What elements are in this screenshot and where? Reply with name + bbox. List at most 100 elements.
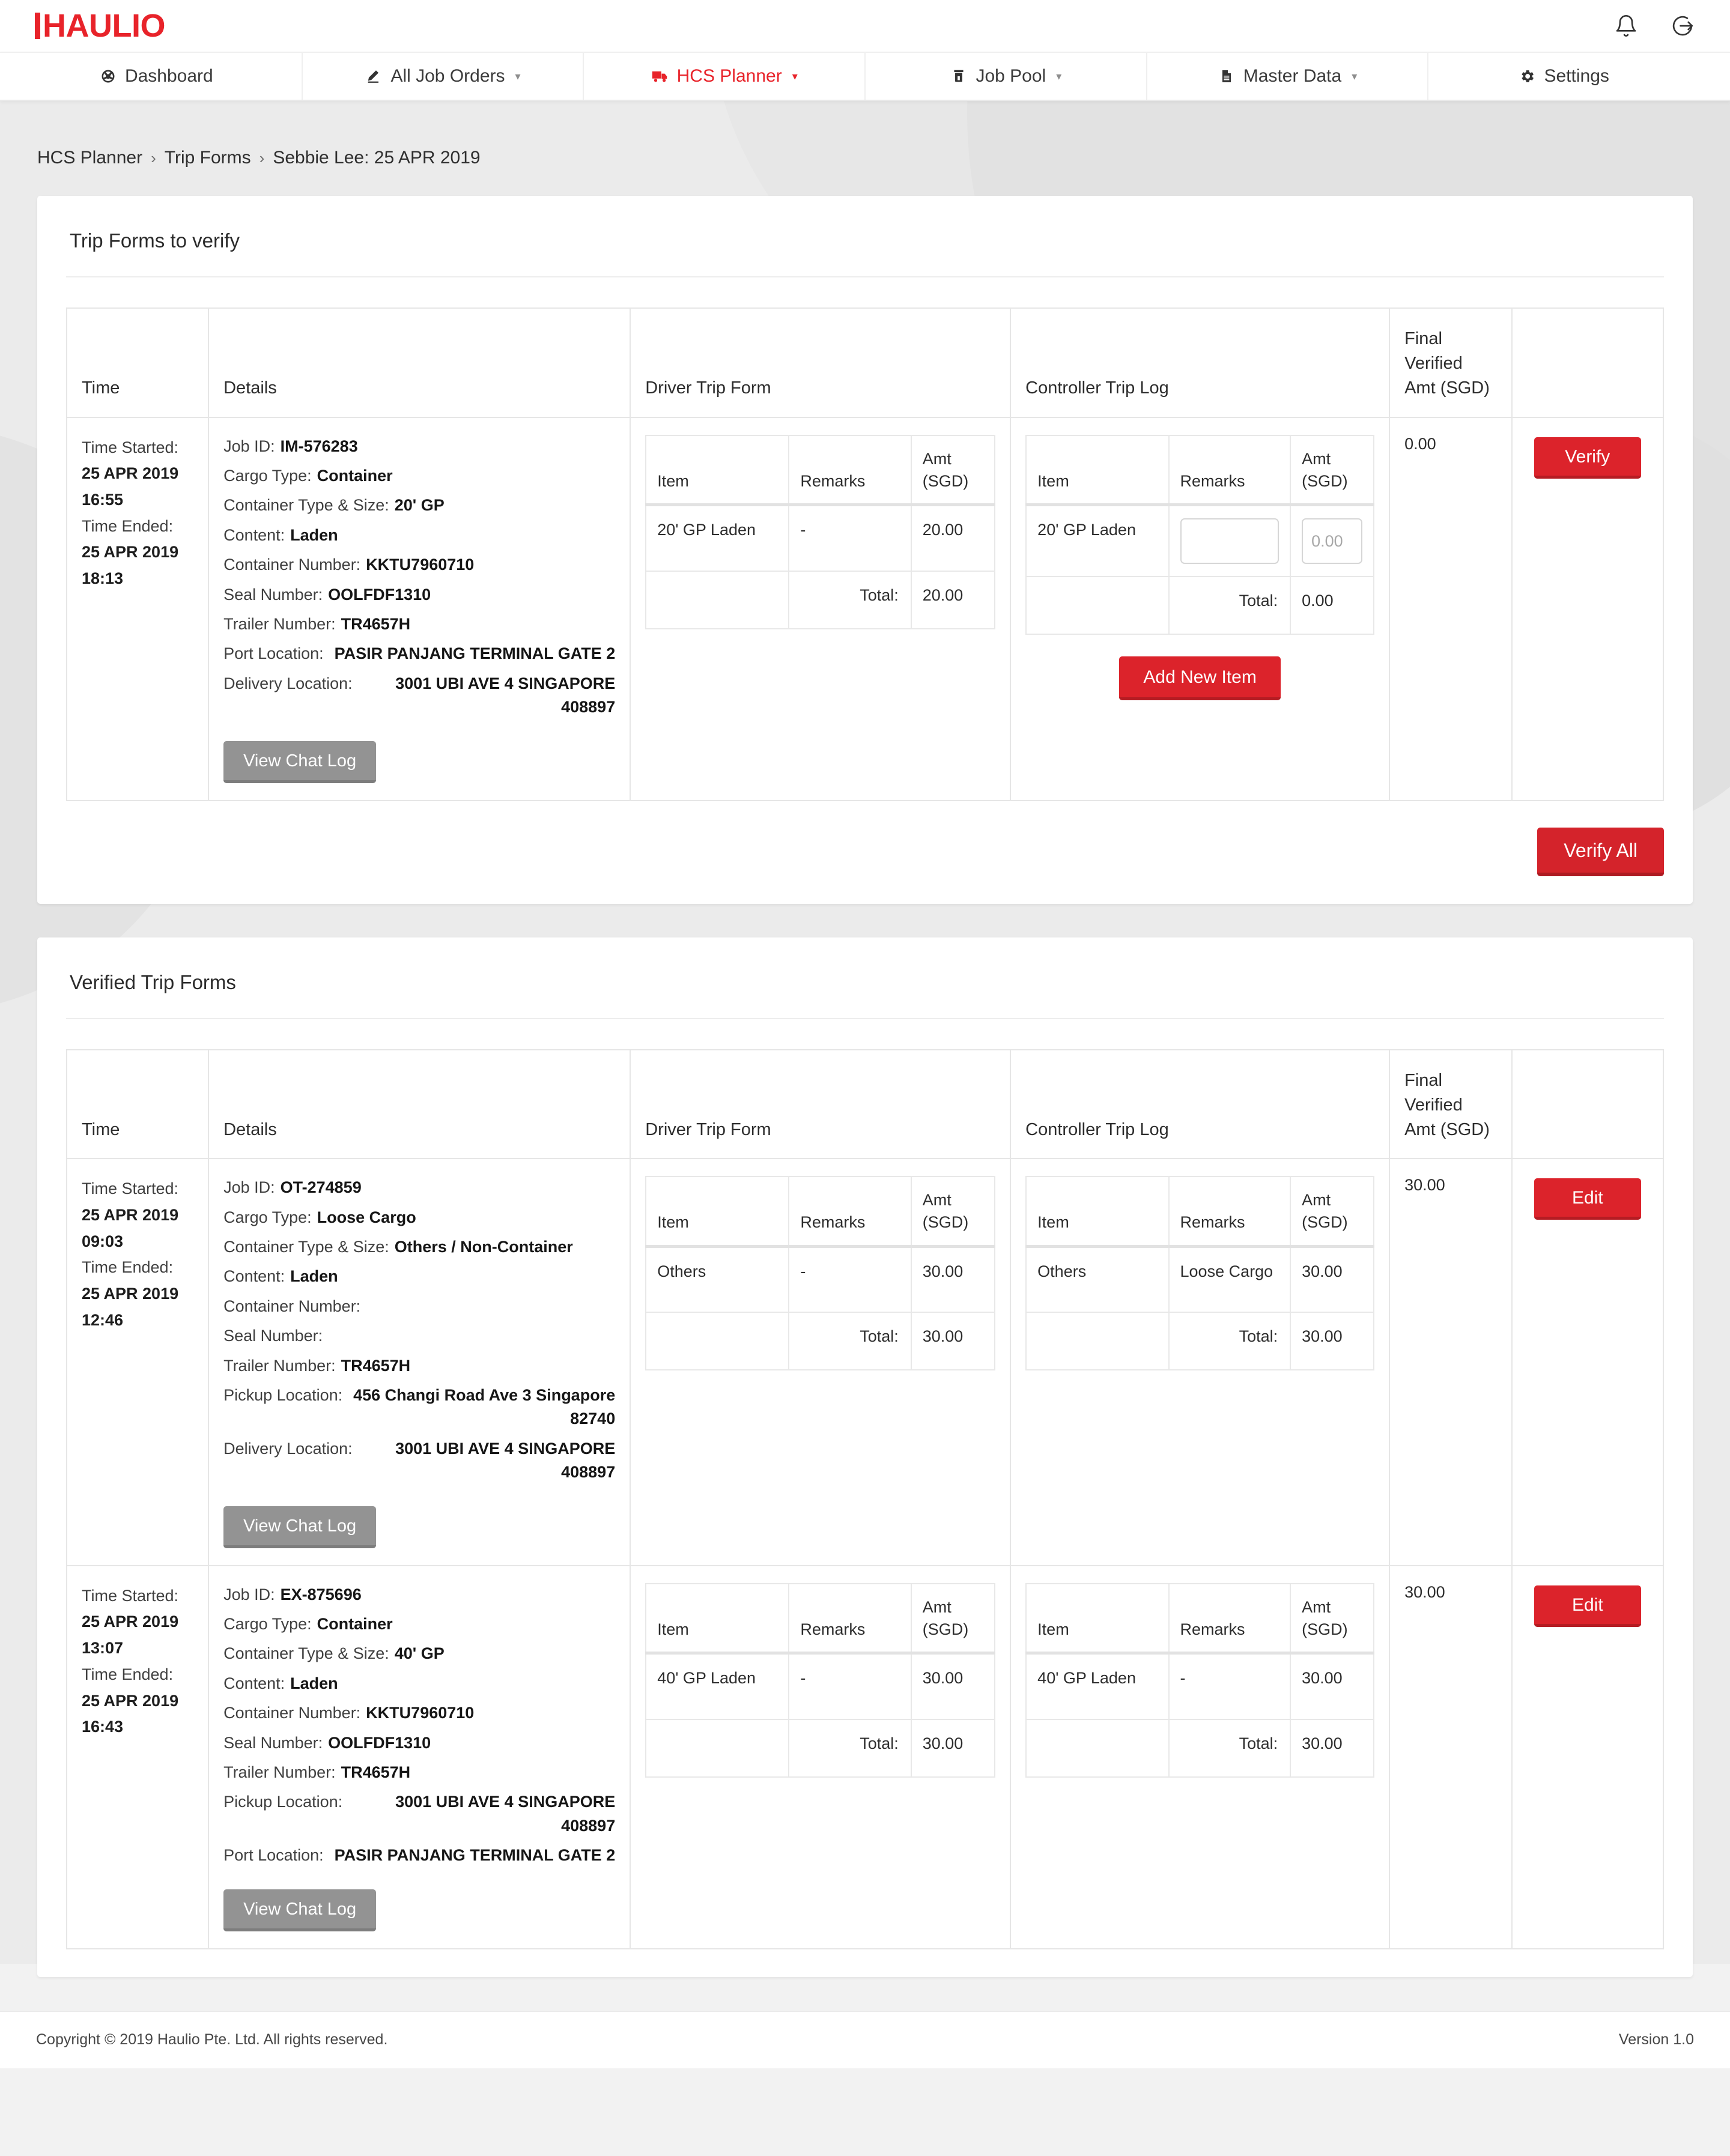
detail-container-number: Container Number: KKTU7960710 (223, 553, 615, 577)
sub-table-total-row: Total: 0.00 (1025, 576, 1375, 635)
detail-value: OOLFDF1310 (328, 585, 431, 604)
controller-item: Others (1025, 1246, 1170, 1313)
nav-item-all-job-orders[interactable]: All Job Orders ▾ (301, 53, 583, 100)
logo-text: HAULIO (43, 8, 165, 44)
driver-total: 20.00 (910, 570, 996, 629)
top-bar: HAULIO (0, 0, 1730, 52)
detail-value: Container (317, 466, 393, 485)
view-chat-log-button[interactable]: View Chat Log (223, 1506, 377, 1548)
cell-final-verified-amt: 30.00 (1389, 1158, 1513, 1566)
copyright-text: Copyright © 2019 Haulio Pte. Ltd. All ri… (36, 2031, 388, 2049)
add-new-item-button[interactable]: Add New Item (1119, 656, 1281, 701)
time-started-label: Time Started: (82, 1179, 179, 1198)
verified-trip-forms-table: Time Details Driver Trip Form Controller… (65, 1049, 1665, 1949)
sub-header-row: Item Remarks Amt (SGD) (1025, 1582, 1375, 1655)
detail-value: TR4657H (341, 614, 411, 633)
detail-container-type-size: Container Type & Size: Others / Non-Cont… (223, 1235, 615, 1259)
detail-job-id: Job ID: IM-576283 (223, 435, 615, 458)
controller-remarks-input[interactable] (1180, 518, 1279, 565)
sub-column-remarks: Remarks (788, 434, 912, 507)
nav-item-dashboard[interactable]: Dashboard (21, 53, 302, 100)
controller-remarks: - (1168, 1652, 1291, 1720)
breadcrumb-item-trip-forms[interactable]: Trip Forms (165, 148, 251, 168)
controller-trip-log-table: Item Remarks Amt (SGD) 40' GP Laden - 30… (1025, 1582, 1375, 1778)
breadcrumb-separator-icon: › (151, 148, 156, 167)
detail-value: 456 Changi Road Ave 3 Singapore 82740 (353, 1385, 616, 1428)
detail-container-type-size: Container Type & Size: 20' GP (223, 494, 615, 517)
time-ended-value: 25 APR 2019 16:43 (82, 1691, 179, 1736)
driver-item: 20' GP Laden (645, 504, 790, 572)
nav-item-job-pool[interactable]: Job Pool ▾ (864, 53, 1146, 100)
cell-driver-trip-form: Item Remarks Amt (SGD) 40' GP Laden - 30… (630, 1564, 1012, 1949)
table-row: Time Started: 25 APR 2019 09:03 Time End… (65, 1158, 1665, 1566)
site-footer: Copyright © 2019 Haulio Pte. Ltd. All ri… (0, 2010, 1730, 2068)
sub-column-item: Item (645, 1176, 790, 1248)
edit-button[interactable]: Edit (1534, 1585, 1641, 1627)
sub-column-item: Item (1025, 434, 1170, 507)
detail-port-location: Port Location: PASIR PANJANG TERMINAL GA… (223, 1844, 615, 1867)
detail-value: Laden (290, 1267, 338, 1286)
cell-final-verified-amt: 30.00 (1389, 1564, 1513, 1949)
detail-value: TR4657H (341, 1356, 411, 1375)
view-chat-log-button[interactable]: View Chat Log (223, 740, 377, 783)
time-ended-value: 25 APR 2019 18:13 (82, 543, 179, 588)
logo-bar-glyph (35, 13, 40, 39)
table-header-row: Time Details Driver Trip Form Controller… (65, 307, 1665, 418)
sub-column-item: Item (645, 1582, 790, 1655)
controller-amount-input[interactable] (1302, 518, 1363, 565)
breadcrumb-item-hcs-planner[interactable]: HCS Planner (37, 148, 142, 168)
total-label: Total: (1168, 1718, 1291, 1778)
dashboard-icon (99, 67, 117, 85)
detail-label: Content: (223, 1674, 285, 1692)
cell-controller-trip-log: Item Remarks Amt (SGD) Others Loose Carg… (1010, 1158, 1391, 1566)
total-label: Total: (1168, 1312, 1291, 1371)
logout-icon[interactable] (1669, 12, 1696, 40)
column-header-controller-trip-log: Controller Trip Log (1010, 1049, 1391, 1160)
sub-table-total-row: Total: 30.00 (645, 1718, 996, 1778)
sub-table-row: Others - 30.00 (645, 1246, 996, 1313)
nav-item-hcs-planner[interactable]: HCS Planner ▾ (583, 53, 864, 100)
nav-item-master-data[interactable]: Master Data ▾ (1146, 53, 1428, 100)
detail-value: OOLFDF1310 (328, 1733, 431, 1752)
detail-label: Content: (223, 525, 285, 544)
detail-cargo-type: Cargo Type: Loose Cargo (223, 1206, 615, 1229)
table-row: Time Started: 25 APR 2019 13:07 Time End… (65, 1564, 1665, 1949)
detail-label: Trailer Number: (223, 614, 336, 633)
detail-label: Pickup Location: (223, 1793, 343, 1811)
detail-label: Seal Number: (223, 1733, 323, 1752)
bell-icon[interactable] (1612, 12, 1640, 40)
detail-label: Port Location: (223, 1846, 324, 1865)
sub-table-total-row: Total: 30.00 (1025, 1718, 1375, 1778)
verify-all-button[interactable]: Verify All (1537, 827, 1664, 876)
sub-column-item: Item (1025, 1582, 1170, 1655)
gear-icon (1518, 67, 1536, 85)
view-chat-log-button[interactable]: View Chat Log (223, 1889, 377, 1931)
app-page: HAULIO Dashboard All Job Orders ▾ HCS Pl… (0, 0, 1730, 2156)
detail-label: Port Location: (223, 644, 324, 663)
nav-label: HCS Planner (676, 66, 782, 86)
total-label: Total: (1168, 576, 1291, 635)
detail-value: TR4657H (341, 1763, 411, 1781)
cell-details: Job ID: EX-875696 Cargo Type: Container … (208, 1564, 631, 1949)
truck-icon (651, 67, 669, 85)
detail-label: Container Type & Size: (223, 1237, 389, 1256)
haulio-logo[interactable]: HAULIO (35, 10, 165, 42)
verify-button[interactable]: Verify (1534, 437, 1641, 479)
column-header-driver-trip-form: Driver Trip Form (630, 1049, 1012, 1160)
edit-button[interactable]: Edit (1534, 1178, 1641, 1220)
detail-job-id: Job ID: EX-875696 (223, 1583, 615, 1606)
sub-column-item: Item (645, 434, 790, 507)
card-title: Verified Trip Forms (66, 969, 1664, 1019)
driver-amt: 20.00 (910, 504, 996, 572)
total-spacer (1025, 1312, 1170, 1371)
detail-label: Delivery Location: (223, 674, 353, 692)
nav-item-settings[interactable]: Settings (1427, 53, 1709, 100)
total-label: Total: (788, 1312, 912, 1371)
detail-label: Container Type & Size: (223, 496, 389, 515)
detail-label: Container Number: (223, 1704, 361, 1722)
detail-content: Content: Laden (223, 1265, 615, 1288)
trip-forms-to-verify-table: Time Details Driver Trip Form Controller… (65, 307, 1665, 801)
column-header-driver-trip-form: Driver Trip Form (630, 307, 1012, 418)
sub-column-amt: Amt (SGD) (910, 434, 996, 507)
controller-item: 20' GP Laden (1025, 504, 1170, 578)
